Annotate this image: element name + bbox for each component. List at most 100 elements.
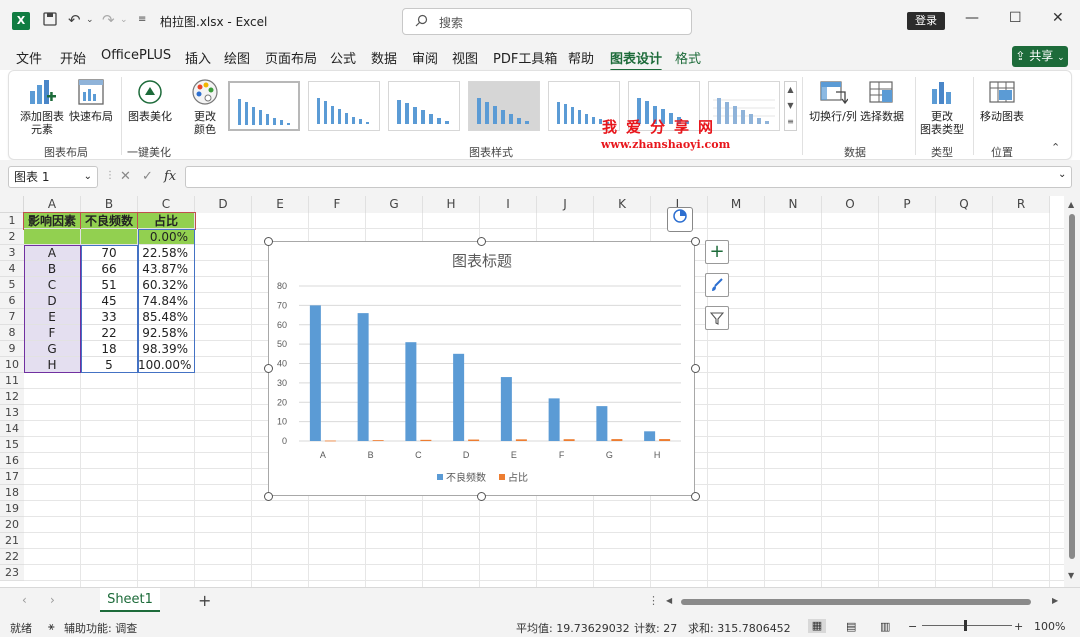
login-button[interactable]: 登录 [907, 12, 945, 30]
undo-icon[interactable]: ↶ [68, 11, 81, 29]
tab-formulas[interactable]: 公式 [330, 48, 356, 67]
gallery-more-icon[interactable]: ≡ [785, 114, 796, 130]
row-header-20[interactable]: 20 [0, 517, 24, 533]
tab-format[interactable]: 格式 [675, 48, 701, 67]
row-header-23[interactable]: 23 [0, 565, 24, 581]
row-header-13[interactable]: 13 [0, 405, 24, 421]
page-break-view-icon[interactable]: ▥ [880, 620, 890, 633]
tab-draw[interactable]: 绘图 [224, 48, 250, 67]
resize-handle[interactable] [263, 491, 273, 501]
zoom-slider-thumb[interactable] [964, 620, 967, 631]
quick-layout-button[interactable]: 快速布局 [67, 77, 115, 123]
chart-elements-button[interactable]: + [705, 240, 729, 264]
chart-filters-button[interactable] [705, 306, 729, 330]
redo-dropdown-icon[interactable]: ⌄ [120, 15, 128, 25]
column-header-e[interactable]: E [252, 196, 309, 213]
row-header-18[interactable]: 18 [0, 485, 24, 501]
check-icon[interactable]: ✓ [142, 169, 153, 184]
column-header-i[interactable]: I [480, 196, 537, 213]
save-icon[interactable] [42, 11, 58, 31]
tab-review[interactable]: 审阅 [412, 48, 438, 67]
header-cell-0[interactable]: 影响因素 [23, 212, 82, 230]
column-header-j[interactable]: J [537, 196, 594, 213]
row-header-21[interactable]: 21 [0, 533, 24, 549]
sheetbar-divider-icon[interactable]: ⋮ [648, 594, 659, 607]
scroll-down-icon[interactable]: ▼ [1068, 571, 1074, 580]
tab-data[interactable]: 数据 [371, 48, 397, 67]
row-header-9[interactable]: 9 [0, 341, 24, 357]
zoom-level[interactable]: 100% [1034, 620, 1065, 633]
chart-style-3[interactable] [388, 81, 460, 131]
row-header-5[interactable]: 5 [0, 277, 24, 293]
vertical-scroll-thumb[interactable] [1069, 214, 1075, 559]
column-header-k[interactable]: K [594, 196, 651, 213]
chart-area[interactable]: 图表标题 0 10 20 30 40 50 60 70 80 A B C D E F G H 不良频数 占比 [268, 241, 695, 496]
name-box[interactable]: 图表 1 ⌄ [8, 166, 98, 188]
column-header-r[interactable]: R [993, 196, 1050, 213]
scroll-up-icon[interactable]: ▲ [1068, 200, 1074, 209]
search-box[interactable]: 搜索 [402, 8, 692, 35]
formula-input[interactable] [185, 166, 1072, 188]
row-header-1[interactable]: 1 [0, 213, 24, 229]
maximize-icon[interactable]: ☐ [1009, 10, 1022, 26]
gallery-down-icon[interactable]: ▼ [785, 98, 796, 114]
tab-chart-design[interactable]: 图表设计 [610, 48, 663, 72]
select-data-button[interactable]: 选择数据 [857, 77, 907, 123]
column-header-g[interactable]: G [366, 196, 423, 213]
tab-insert[interactable]: 插入 [185, 48, 211, 67]
select-all-corner[interactable] [0, 196, 24, 213]
row-header-11[interactable]: 11 [0, 373, 24, 389]
chart-style-2[interactable] [308, 81, 380, 131]
accessibility-icon[interactable]: ⚹ [48, 620, 55, 634]
row-header-10[interactable]: 10 [0, 357, 24, 373]
minimize-icon[interactable]: — [965, 10, 979, 26]
resize-handle[interactable] [477, 236, 486, 246]
column-header-n[interactable]: N [765, 196, 822, 213]
row-header-2[interactable]: 2 [0, 229, 24, 245]
close-icon[interactable]: ✕ [1052, 10, 1064, 26]
chart-style-1[interactable] [228, 81, 300, 131]
chart-styles-button[interactable] [705, 273, 729, 297]
column-header-f[interactable]: F [309, 196, 366, 213]
row-header-22[interactable]: 22 [0, 549, 24, 565]
move-chart-button[interactable]: 移动图表 [977, 77, 1027, 123]
prev-sheet-icon[interactable]: ‹ [22, 593, 27, 607]
scroll-right-icon[interactable]: ▶ [1052, 596, 1058, 605]
column-header-o[interactable]: O [822, 196, 879, 213]
customize-toolbar-icon[interactable]: ≡ [138, 14, 146, 25]
quick-analysis-button[interactable] [667, 207, 693, 232]
resize-handle[interactable] [690, 491, 700, 501]
column-header-a[interactable]: A [24, 196, 81, 213]
tab-page-layout[interactable]: 页面布局 [265, 48, 317, 67]
chart-style-4[interactable] [468, 81, 540, 131]
tab-view[interactable]: 视图 [452, 48, 478, 67]
share-button[interactable]: ⇪ 共享 ⌄ [1012, 46, 1068, 67]
add-chart-element-button[interactable]: 添加图表 元素 [17, 77, 67, 136]
chart-beautify-button[interactable]: 图表美化 [125, 77, 175, 123]
expand-formula-icon[interactable]: ⌄ [1058, 169, 1066, 180]
fx-icon[interactable]: fx [164, 169, 176, 184]
row-header-3[interactable]: 3 [0, 245, 24, 261]
resize-handle[interactable] [263, 236, 273, 246]
redo-icon[interactable]: ↷ [102, 11, 115, 29]
tab-officeplus[interactable]: OfficePLUS [101, 48, 171, 63]
zoom-slider[interactable] [922, 625, 1012, 626]
tab-pdf-toolbox[interactable]: PDF工具箱 [493, 48, 557, 67]
switch-row-column-button[interactable]: 切换行/列 [807, 77, 859, 123]
resize-handle[interactable] [690, 236, 700, 246]
header-cell-2[interactable]: 占比 [137, 212, 196, 230]
resize-handle[interactable] [690, 364, 700, 373]
header-cell-1[interactable]: 不良频数 [80, 212, 139, 230]
column-header-b[interactable]: B [81, 196, 138, 213]
row-header-7[interactable]: 7 [0, 309, 24, 325]
resize-handle[interactable] [477, 491, 486, 501]
row-header-14[interactable]: 14 [0, 421, 24, 437]
collapse-ribbon-icon[interactable]: ⌃ [1051, 141, 1060, 154]
column-header-c[interactable]: C [138, 196, 195, 213]
column-header-p[interactable]: P [879, 196, 936, 213]
row-header-15[interactable]: 15 [0, 437, 24, 453]
row-header-12[interactable]: 12 [0, 389, 24, 405]
zoom-in-icon[interactable]: + [1014, 620, 1023, 633]
column-header-h[interactable]: H [423, 196, 480, 213]
normal-view-icon[interactable]: ▦ [808, 619, 826, 633]
